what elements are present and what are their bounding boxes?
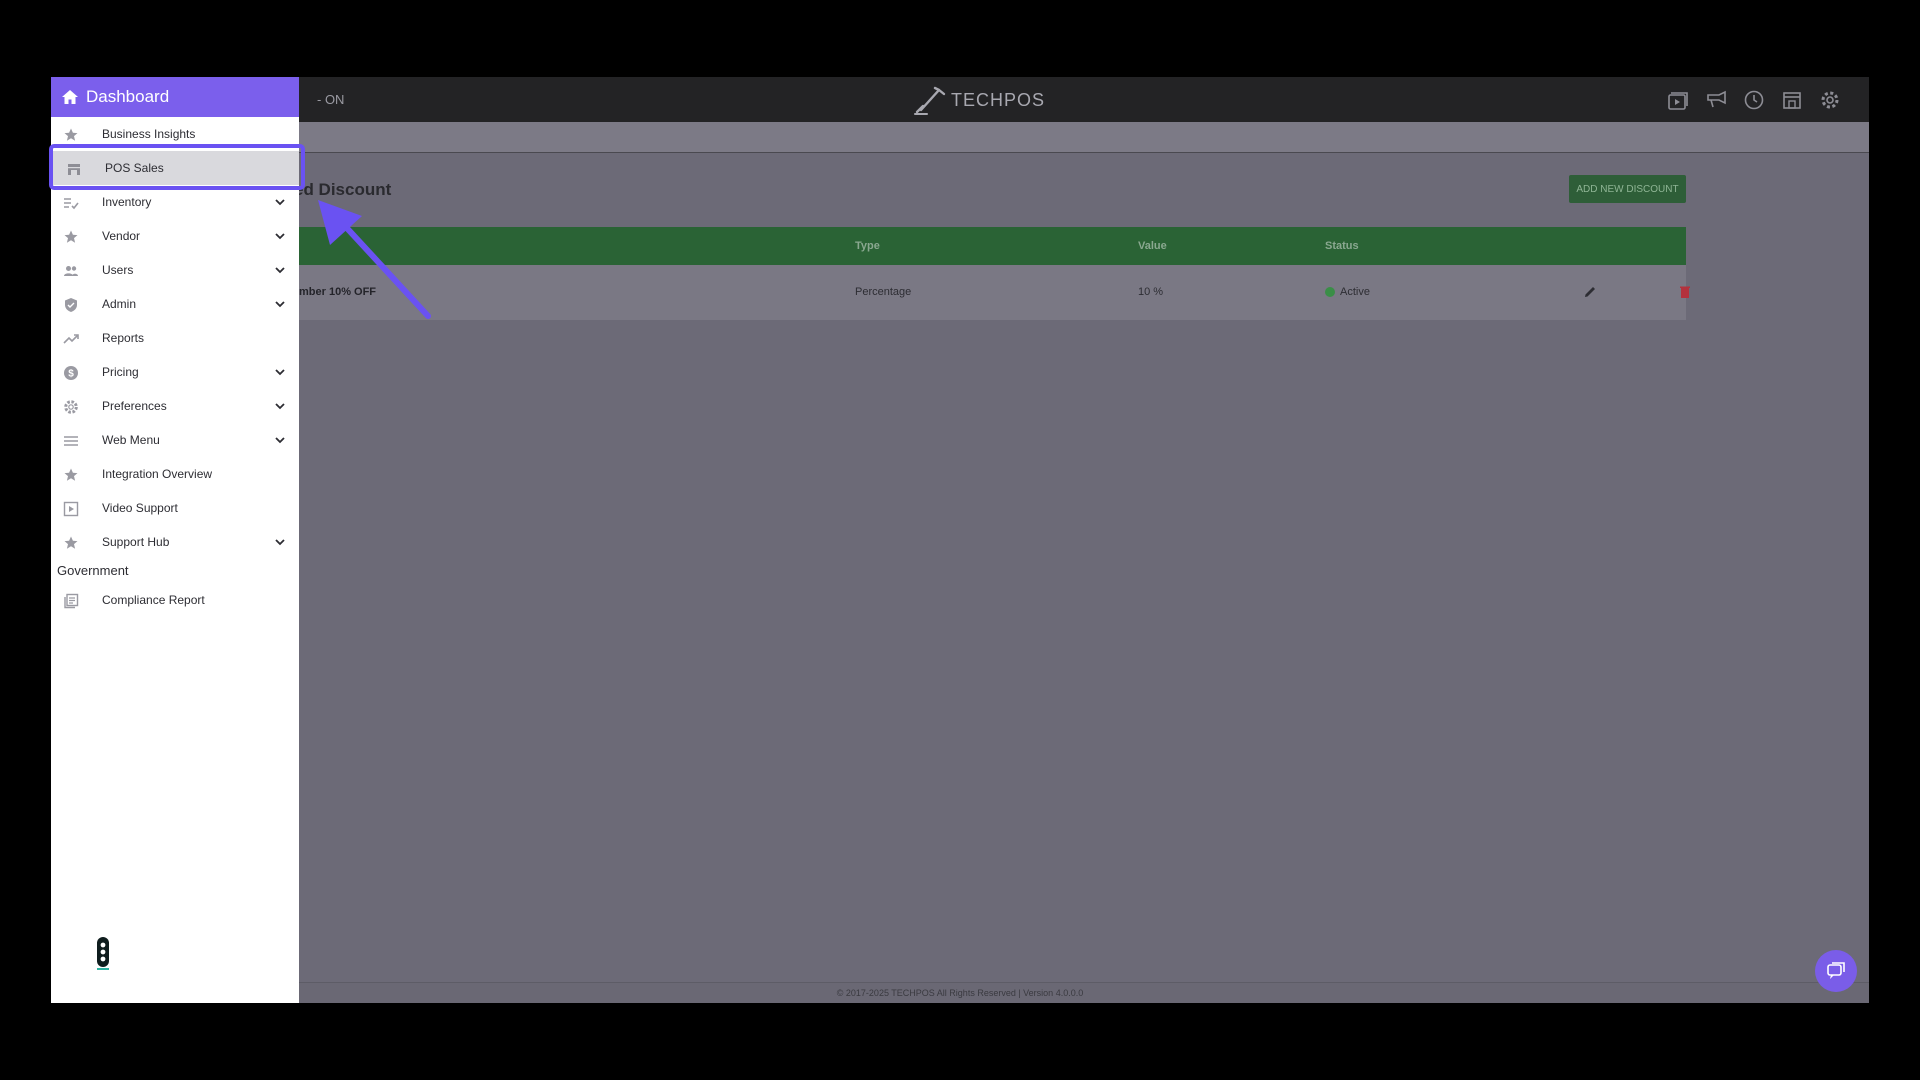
sidebar-item-business-insights[interactable]: Business Insights: [51, 117, 299, 151]
storefront-icon[interactable]: [1780, 88, 1804, 112]
sidebar-item-pricing[interactable]: $ Pricing: [51, 355, 299, 389]
chevron-down-icon[interactable]: [274, 401, 286, 411]
sidebar-dashboard-link[interactable]: Dashboard: [51, 77, 299, 117]
chat-support-button[interactable]: [1815, 950, 1857, 992]
menu-icon: [64, 436, 78, 446]
logo-text: TECHPOS: [951, 89, 1046, 110]
dollar-icon: $: [64, 366, 78, 380]
status-text: - ON: [317, 92, 345, 107]
table-row[interactable]: mber 10% OFF Percentage 10 % Active: [299, 265, 1690, 320]
sidebar-item-pos-sales[interactable]: POS Sales: [51, 151, 299, 185]
sidebar-item-compliance-report[interactable]: Compliance Report: [51, 583, 299, 617]
chevron-down-icon[interactable]: [274, 435, 286, 445]
gear-icon[interactable]: [1818, 88, 1842, 112]
sidebar-section-government: Government: [57, 563, 129, 578]
delete-icon[interactable]: [1677, 284, 1693, 300]
chevron-down-icon[interactable]: [274, 299, 286, 309]
video-library-icon[interactable]: [1666, 88, 1690, 112]
sidebar-item-reports[interactable]: Reports: [51, 321, 299, 355]
status-active-dot: [1325, 287, 1335, 298]
sidebar-item-label: Vendor: [102, 229, 141, 243]
page-title: ed Discount: [294, 180, 392, 199]
sidebar-item-web-menu[interactable]: Web Menu: [51, 423, 299, 457]
play-icon: [63, 501, 79, 517]
sidebar-item-label: Pricing: [102, 365, 139, 379]
chevron-down-icon[interactable]: [274, 367, 286, 377]
home-icon: [62, 90, 78, 104]
svg-text:$: $: [68, 369, 74, 380]
column-header-status[interactable]: Status: [1325, 227, 1359, 265]
report-icon: [64, 593, 79, 609]
sidebar-item-vendor[interactable]: Vendor: [51, 219, 299, 253]
sidebar-item-integration-overview[interactable]: Integration Overview: [51, 457, 299, 491]
clock-icon[interactable]: [1742, 88, 1766, 112]
storefront-icon: [68, 164, 80, 175]
column-header-type[interactable]: Type: [855, 227, 880, 265]
sidebar-item-label: Admin: [102, 297, 137, 311]
sidebar-item-inventory[interactable]: Inventory: [51, 185, 299, 219]
star-icon: [64, 230, 78, 243]
header-icons: [1666, 77, 1842, 122]
table-header: Type Value Status: [299, 227, 1686, 265]
trend-icon: [63, 334, 79, 344]
add-new-discount-button[interactable]: ADD NEW DISCOUNT: [1569, 175, 1686, 203]
chevron-down-icon[interactable]: [274, 197, 286, 207]
star-icon: [64, 536, 78, 549]
app-window: - ON TECHPOS ed Discount ADD NEW DISCOUN…: [51, 77, 1869, 1003]
sidebar-item-users[interactable]: Users: [51, 253, 299, 287]
sidebar-item-label: Inventory: [102, 195, 152, 209]
sidebar-item-label: Integration Overview: [102, 467, 213, 481]
discount-value: 10 %: [1138, 286, 1164, 298]
sidebar-item-label: Business Insights: [102, 127, 196, 141]
top-bar: - ON TECHPOS: [51, 77, 1869, 122]
chevron-down-icon[interactable]: [274, 265, 286, 275]
sidebar-item-preferences[interactable]: Preferences: [51, 389, 299, 423]
column-header-value[interactable]: Value: [1138, 227, 1167, 265]
chevron-down-icon[interactable]: [274, 231, 286, 241]
sidebar-item-label: POS Sales: [105, 161, 164, 175]
discount-name: mber 10% OFF: [299, 286, 377, 298]
footer: © 2017-2025 TECHPOS All Rights Reserved …: [51, 982, 1869, 1003]
sidebar-item-label: Video Support: [102, 501, 178, 515]
chevron-down-icon[interactable]: [274, 537, 286, 547]
sub-header-bar: [51, 122, 1869, 153]
sidebar-item-label: Compliance Report: [102, 593, 205, 607]
brand-icon[interactable]: [92, 936, 114, 972]
star-icon: [64, 128, 78, 141]
sidebar-header-label: Dashboard: [86, 87, 170, 106]
edit-icon[interactable]: [1582, 284, 1598, 300]
megaphone-icon[interactable]: [1704, 88, 1728, 112]
discount-type: Percentage: [855, 286, 912, 298]
shield-icon: [65, 298, 77, 312]
techpos-logo[interactable]: TECHPOS: [913, 83, 1045, 117]
sidebar-item-label: Preferences: [102, 399, 167, 413]
gear-icon: [64, 400, 78, 414]
status-label: Active: [1340, 286, 1370, 298]
sidebar-item-admin[interactable]: Admin: [51, 287, 299, 321]
sidebar-item-label: Web Menu: [102, 433, 160, 447]
checklist-icon: [64, 198, 79, 210]
sidebar-item-label: Reports: [102, 331, 145, 345]
logo-mark-icon: [914, 86, 946, 115]
status-badge: Active: [1325, 265, 1370, 320]
sidebar-item-label: Support Hub: [102, 535, 170, 549]
users-icon: [64, 266, 78, 276]
sidebar-item-support-hub[interactable]: Support Hub: [51, 525, 299, 559]
sidebar: Dashboard Business Insights POS Sales In…: [51, 77, 299, 1003]
sidebar-item-video-support[interactable]: Video Support: [51, 491, 299, 525]
chat-icon: [1827, 962, 1845, 979]
star-icon: [64, 468, 78, 481]
sidebar-item-label: Users: [102, 263, 134, 277]
